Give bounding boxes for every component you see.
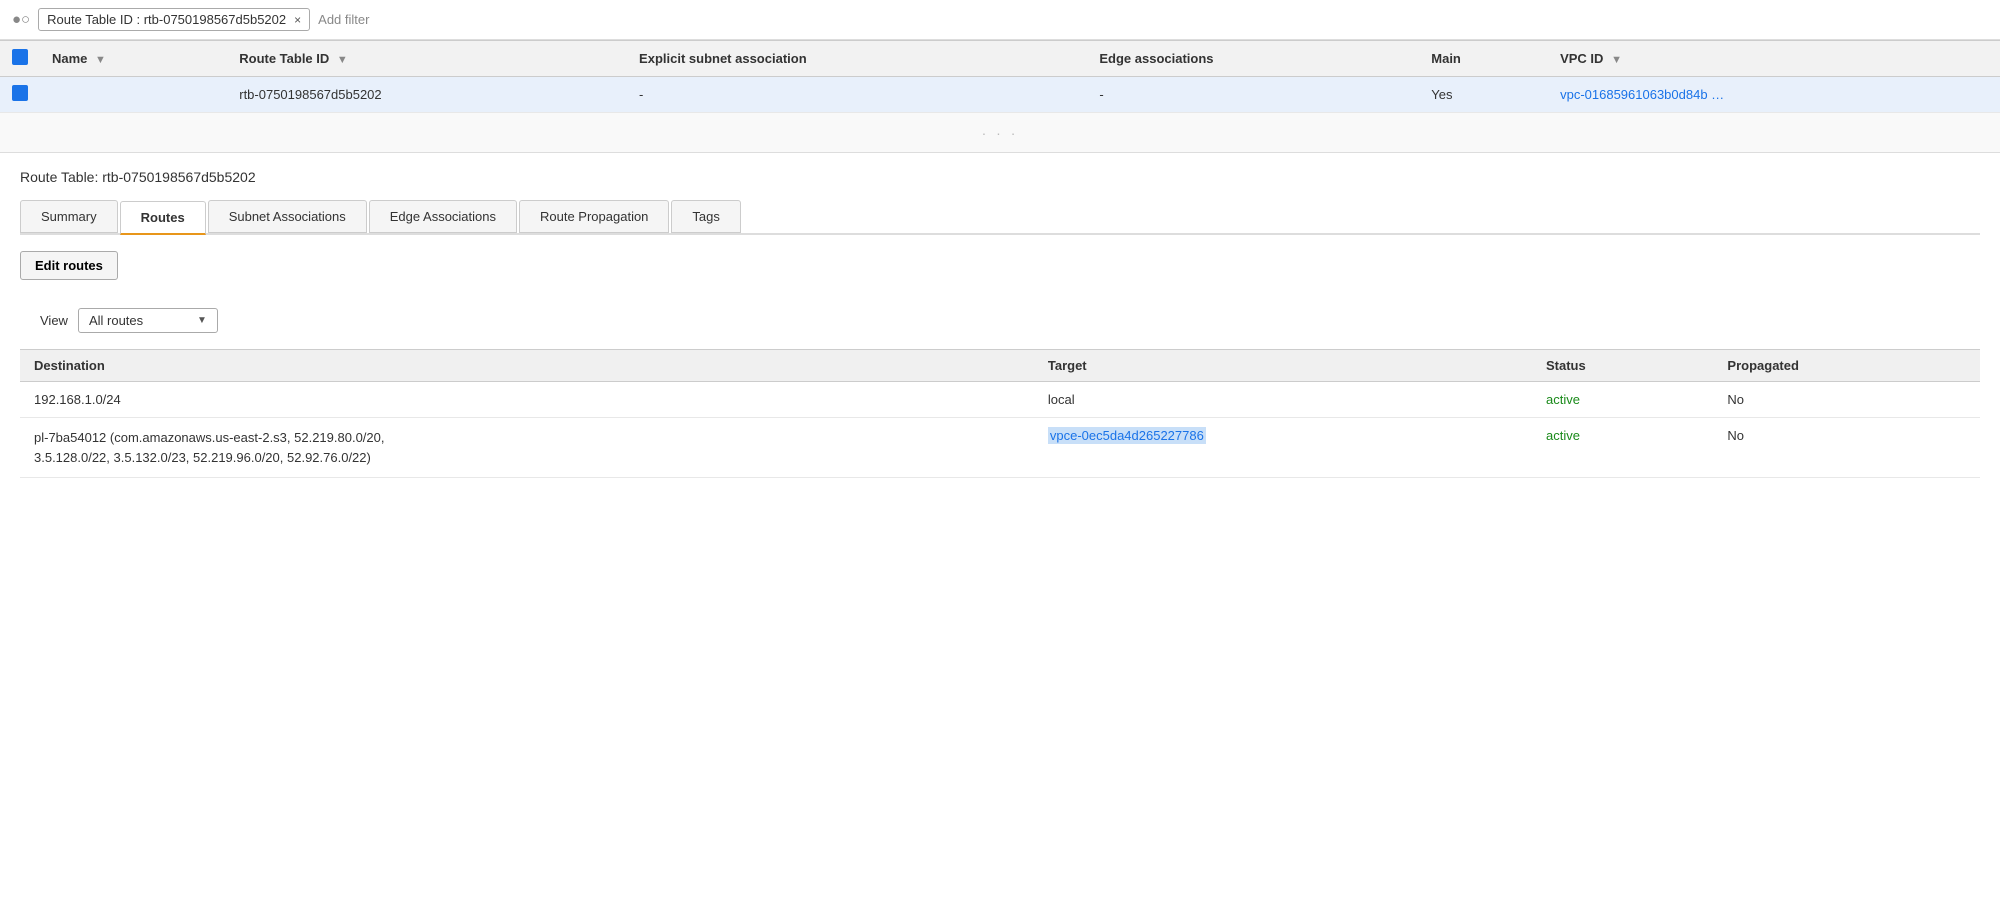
edit-routes-button[interactable]: Edit routes xyxy=(20,251,118,280)
view-dropdown[interactable]: All routes ▼ xyxy=(78,308,218,333)
status-active-badge: active xyxy=(1546,392,1580,407)
filter-tag[interactable]: Route Table ID : rtb-0750198567d5b5202 × xyxy=(38,8,310,31)
col-explicit-subnet: Explicit subnet association xyxy=(627,41,1087,77)
vpc-id-sort-icon[interactable]: ▼ xyxy=(1611,54,1622,66)
routes-col-destination: Destination xyxy=(20,350,1034,382)
route-table-detail-id: rtb-0750198567d5b5202 xyxy=(102,169,255,185)
routes-row-2-propagated: No xyxy=(1713,418,1980,478)
checkbox-checked-icon[interactable] xyxy=(12,85,28,101)
view-dropdown-arrow-icon: ▼ xyxy=(197,315,207,326)
table-header-row: Name ▼ Route Table ID ▼ Explicit subnet … xyxy=(0,41,2000,77)
filter-tag-text: Route Table ID : rtb-0750198567d5b5202 xyxy=(47,12,286,27)
tab-summary[interactable]: Summary xyxy=(20,200,118,233)
routes-row-1-destination: 192.168.1.0/24 xyxy=(20,382,1034,418)
status-active-badge-2: active xyxy=(1546,428,1580,443)
col-route-table-id: Route Table ID ▼ xyxy=(227,41,627,77)
checkbox-icon[interactable] xyxy=(12,49,28,65)
route-tables-table: Name ▼ Route Table ID ▼ Explicit subnet … xyxy=(0,40,2000,113)
routes-row-1: 192.168.1.0/24 local active No xyxy=(20,382,1980,418)
view-row: View All routes ▼ xyxy=(40,308,1980,333)
routes-table: Destination Target Status Propagated 192… xyxy=(20,349,1980,478)
row-vpc-id[interactable]: vpc-01685961063b0d84b … xyxy=(1548,77,2000,113)
routes-row-2-destination: pl-7ba54012 (com.amazonaws.us-east-2.s3,… xyxy=(20,418,1034,478)
detail-panel: Route Table: rtb-0750198567d5b5202 Summa… xyxy=(0,153,2000,478)
row-edge-associations: - xyxy=(1087,77,1419,113)
route-table-id-sort-icon[interactable]: ▼ xyxy=(337,54,348,66)
col-edge-associations: Edge associations xyxy=(1087,41,1419,77)
row-name xyxy=(40,77,227,113)
routes-col-status: Status xyxy=(1532,350,1713,382)
tabs-bar: Summary Routes Subnet Associations Edge … xyxy=(20,199,1980,235)
tab-edge-associations[interactable]: Edge Associations xyxy=(369,200,517,233)
view-selected-option: All routes xyxy=(89,313,143,328)
col-main: Main xyxy=(1419,41,1548,77)
routes-row-1-status: active xyxy=(1532,382,1713,418)
target-endpoint-link[interactable]: vpce-0ec5da4d265227786 xyxy=(1048,427,1206,444)
name-sort-icon[interactable]: ▼ xyxy=(95,54,106,66)
drag-handle-icon: · · · xyxy=(982,125,1019,141)
routes-row-2-target[interactable]: vpce-0ec5da4d265227786 xyxy=(1034,418,1532,478)
routes-col-target: Target xyxy=(1034,350,1532,382)
routes-col-propagated: Propagated xyxy=(1713,350,1980,382)
filter-tag-close[interactable]: × xyxy=(294,13,301,27)
add-filter-text[interactable]: Add filter xyxy=(318,12,369,27)
routes-row-2: pl-7ba54012 (com.amazonaws.us-east-2.s3,… xyxy=(20,418,1980,478)
routes-row-2-status: active xyxy=(1532,418,1713,478)
col-name: Name ▼ xyxy=(40,41,227,77)
vpc-id-link[interactable]: vpc-01685961063b0d84b … xyxy=(1560,87,1724,102)
routes-header-row: Destination Target Status Propagated xyxy=(20,350,1980,382)
row-explicit-subnet: - xyxy=(627,77,1087,113)
tab-subnet-associations[interactable]: Subnet Associations xyxy=(208,200,367,233)
row-main: Yes xyxy=(1419,77,1548,113)
select-all-checkbox[interactable] xyxy=(0,41,40,77)
route-table-prefix: Route Table: xyxy=(20,169,98,185)
routes-row-1-target: local xyxy=(1034,382,1532,418)
col-vpc-id: VPC ID ▼ xyxy=(1548,41,2000,77)
row-checkbox[interactable] xyxy=(0,77,40,113)
route-table-label: Route Table: rtb-0750198567d5b5202 xyxy=(20,169,1980,185)
routes-row-1-propagated: No xyxy=(1713,382,1980,418)
view-label: View xyxy=(40,313,68,328)
table-row[interactable]: rtb-0750198567d5b5202 - - Yes vpc-016859… xyxy=(0,77,2000,113)
tab-routes[interactable]: Routes xyxy=(120,201,206,235)
panel-divider: · · · xyxy=(0,113,2000,153)
search-icon: ●○ xyxy=(12,11,30,28)
tab-tags[interactable]: Tags xyxy=(671,200,740,233)
search-bar: ●○ Route Table ID : rtb-0750198567d5b520… xyxy=(0,0,2000,40)
tab-route-propagation[interactable]: Route Propagation xyxy=(519,200,669,233)
row-route-table-id: rtb-0750198567d5b5202 xyxy=(227,77,627,113)
